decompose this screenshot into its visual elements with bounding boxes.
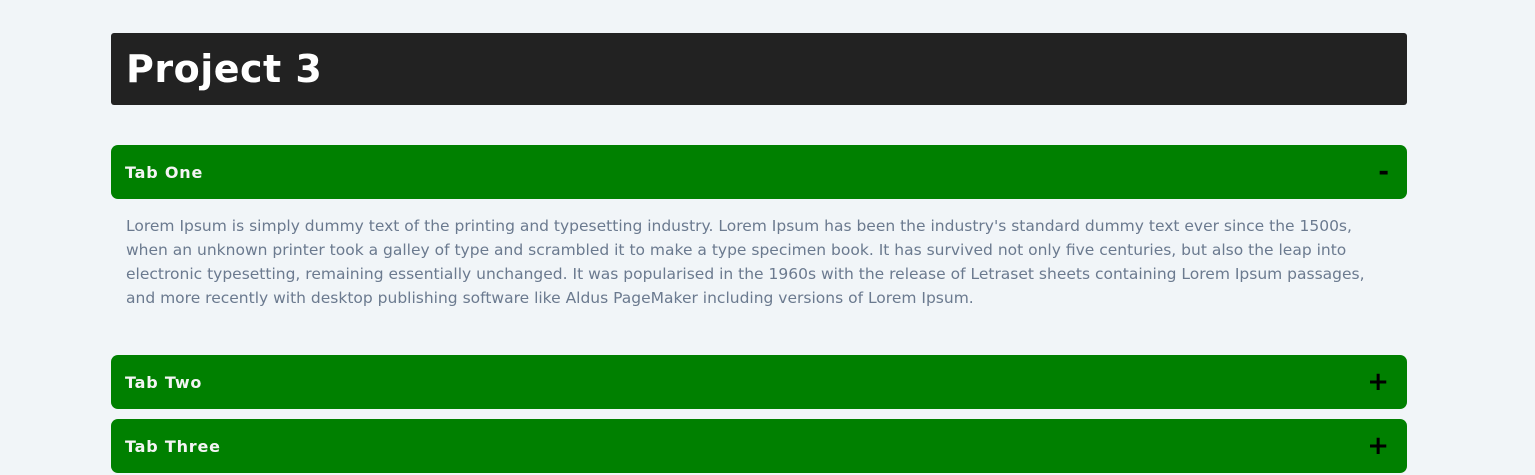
tab-one-content: Lorem Ipsum is simply dummy text of the … — [126, 217, 1365, 307]
tab-one-header[interactable]: Tab One - — [111, 145, 1407, 199]
page-title: Project 3 — [126, 47, 323, 91]
tab-two-title: Tab Two — [125, 372, 203, 392]
tab-three-header[interactable]: Tab Three + — [111, 419, 1407, 473]
tab-one-title: Tab One — [125, 162, 204, 182]
expand-icon[interactable]: + — [1367, 433, 1389, 459]
collapse-icon[interactable]: - — [1378, 159, 1389, 185]
page-container: Project 3 Tab One - Lorem Ipsum is simpl… — [111, 33, 1407, 473]
tab-one-panel: Lorem Ipsum is simply dummy text of the … — [111, 199, 1407, 340]
tab-two-header[interactable]: Tab Two + — [111, 355, 1407, 409]
page-header: Project 3 — [111, 33, 1407, 105]
expand-icon[interactable]: + — [1367, 369, 1389, 395]
tab-three-title: Tab Three — [125, 436, 221, 456]
